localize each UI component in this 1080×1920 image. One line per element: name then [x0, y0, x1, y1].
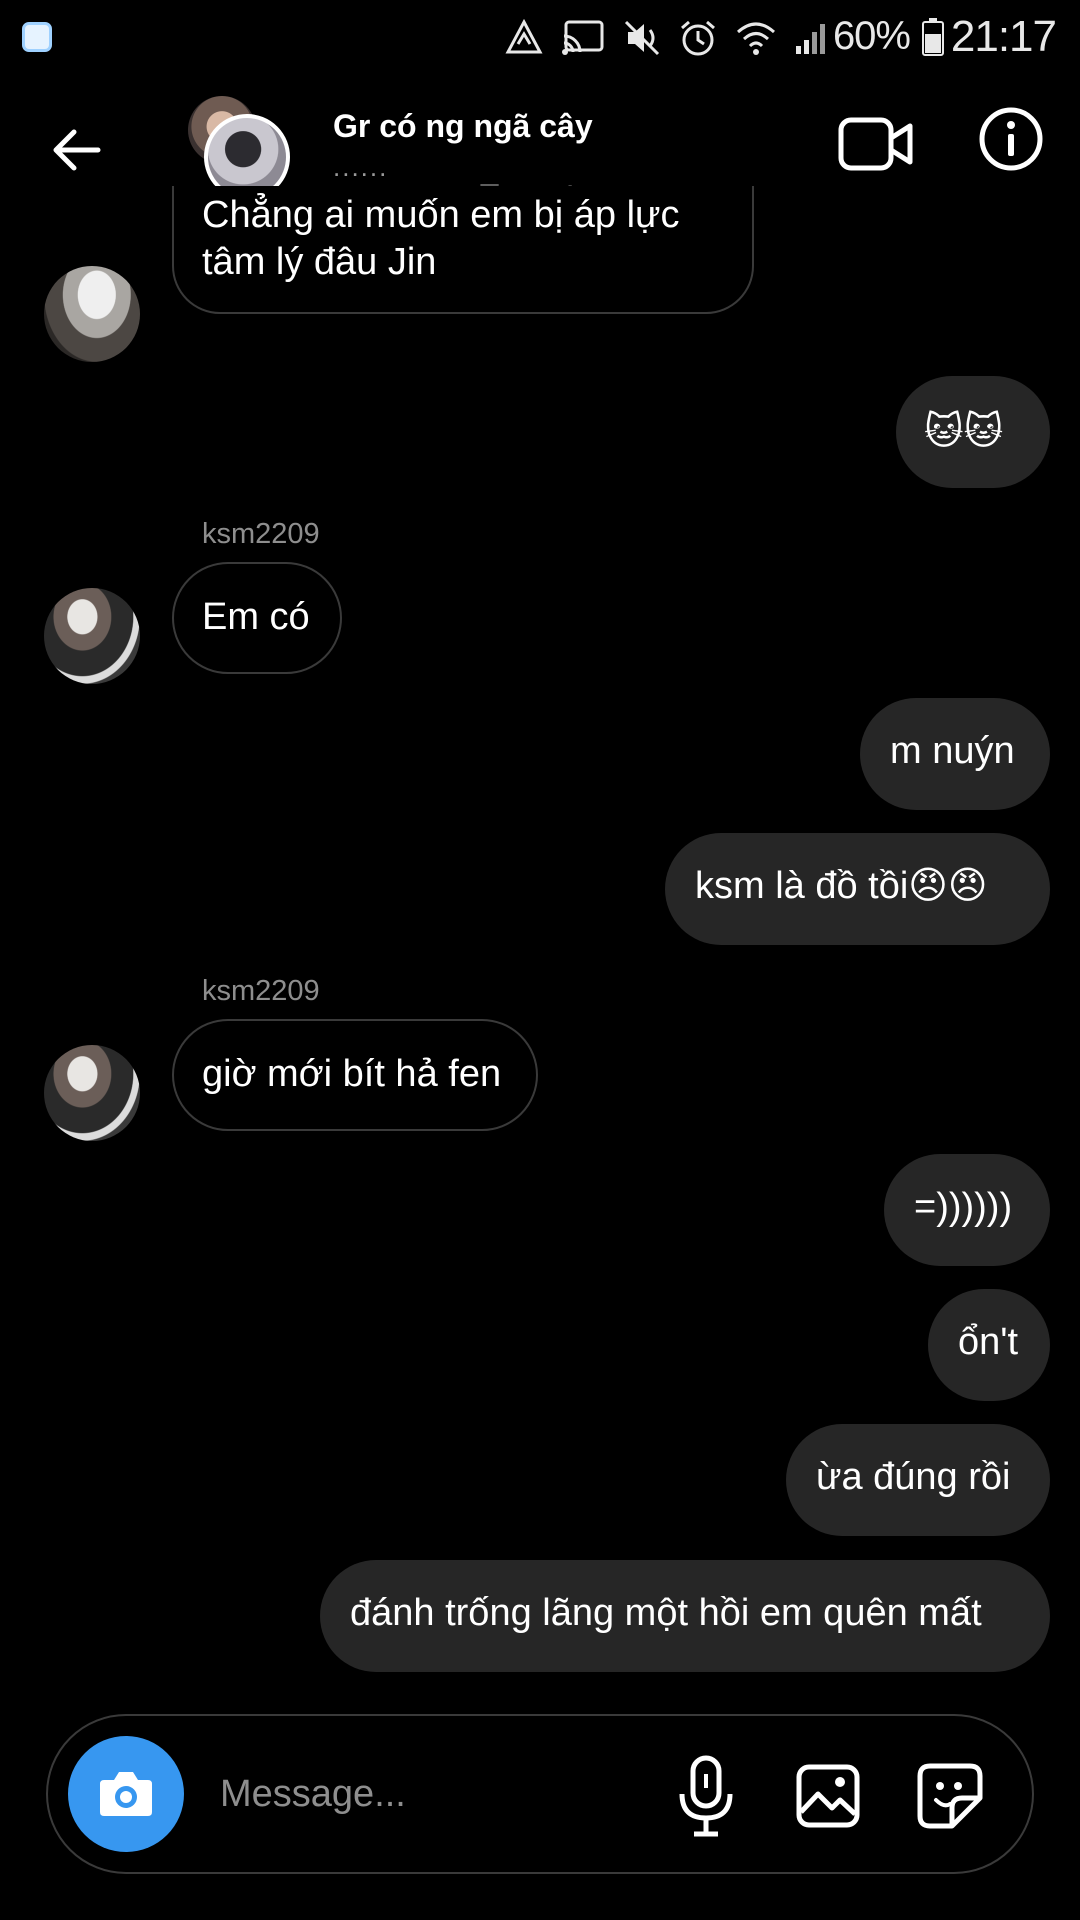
sender-name: ksm2209 [202, 975, 320, 1007]
back-arrow-icon[interactable] [46, 120, 106, 180]
status-bar: 60% 21:17 [0, 0, 1080, 76]
incoming-message[interactable]: Em có [172, 562, 342, 674]
camera-button[interactable] [68, 1736, 184, 1852]
status-icons [504, 16, 830, 60]
info-icon[interactable] [978, 106, 1044, 172]
chat-subtitle: ...... [333, 152, 389, 182]
outgoing-message[interactable]: ổn't [928, 1289, 1050, 1401]
incoming-message[interactable]: Chẳng ai muốn em bị áp lực tâm lý đâu Ji… [172, 186, 754, 314]
sender-avatar[interactable] [44, 266, 140, 362]
outgoing-message[interactable]: đánh trống lãng một hồi em quên mất [320, 1560, 1050, 1672]
outgoing-message[interactable]: ừa đúng rồi [786, 1424, 1050, 1536]
outgoing-message[interactable]: 🐱🐱 [896, 376, 1050, 488]
sticker-icon[interactable] [916, 1762, 984, 1830]
wifi-icon [737, 22, 775, 55]
clock: 21:17 [950, 12, 1057, 61]
incoming-message[interactable]: giờ mới bít hả fen [172, 1019, 538, 1131]
battery-percent: 60% [832, 14, 911, 58]
message-line: tâm lý đâu Jin [202, 241, 437, 283]
message-line: Chẳng ai muốn em bị áp lực [202, 194, 680, 236]
message-composer [46, 1714, 1034, 1874]
mute-icon [624, 20, 660, 56]
sender-avatar[interactable] [44, 1045, 140, 1141]
gallery-icon[interactable] [796, 1764, 860, 1828]
camera-icon [100, 1772, 152, 1816]
data-saver-icon [505, 18, 543, 54]
cast-icon [562, 20, 604, 55]
sender-name: ksm2209 [202, 518, 320, 550]
message-list[interactable]: Chẳng ai muốn em bị áp lực tâm lý đâu Ji… [0, 186, 1080, 1676]
chat-title[interactable]: Gr có ng ngã cây [333, 108, 593, 145]
outgoing-message[interactable]: m nuýn [860, 698, 1050, 810]
battery-icon [922, 18, 944, 56]
microphone-icon[interactable] [676, 1754, 736, 1838]
app-notification-icon [22, 22, 52, 52]
sender-avatar[interactable] [44, 588, 140, 684]
outgoing-message[interactable]: =)))))) [884, 1154, 1050, 1266]
outgoing-message[interactable]: ksm là đồ tồi😠😠 [665, 833, 1050, 945]
alarm-icon [681, 20, 715, 56]
video-call-icon[interactable] [838, 112, 914, 176]
signal-icon [796, 24, 825, 54]
message-input[interactable] [218, 1762, 642, 1826]
